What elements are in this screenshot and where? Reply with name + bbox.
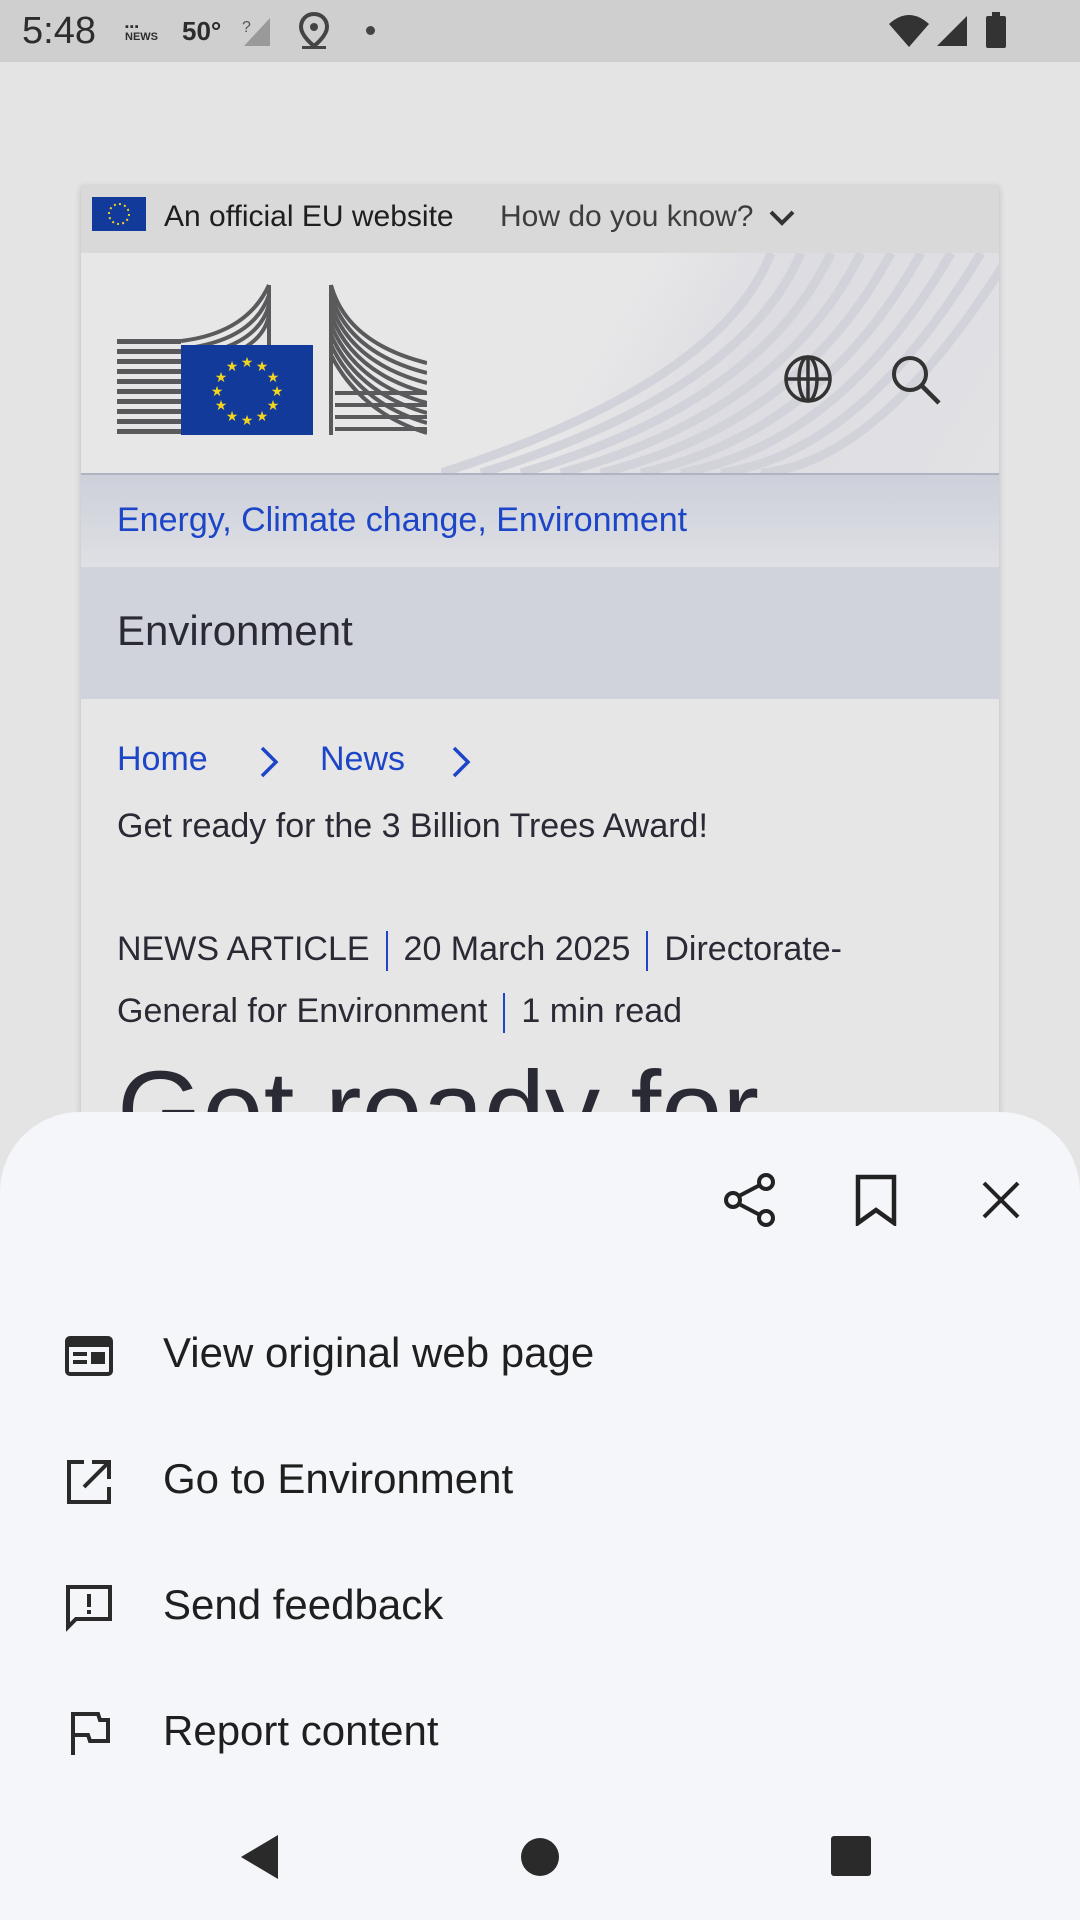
menu-item-report-content[interactable]: Report content [0,1677,1080,1787]
article-meta: NEWS ARTICLE 20 March 2025 Directorate- Ge… [117,918,937,1042]
menu-item-view-original[interactable]: View original web page [0,1299,1080,1409]
chevron-right-icon [452,746,471,778]
home-icon[interactable] [520,1837,560,1877]
news-icon: ▪▪▪ NEWS [125,21,158,43]
breadcrumb-news[interactable]: News [320,740,405,779]
signal-icon: ? [242,18,270,46]
how-do-you-know-link[interactable]: How do you know? [500,200,796,234]
section-title: Environment [117,607,353,654]
dot-icon [366,26,375,35]
bookmark-icon[interactable] [854,1174,898,1226]
article-author-line1: Directorate- [664,930,842,968]
bottom-sheet: View original web page Go to Environment… [0,1112,1080,1920]
eu-flag-icon [92,197,146,231]
eu-official-text: An official EU website [164,200,454,233]
article-type: NEWS ARTICLE [117,930,370,968]
topic-link[interactable]: Energy, Climate change, Environment [117,501,687,540]
topic-bar: Energy, Climate change, Environment [81,475,999,567]
back-icon[interactable] [238,1832,282,1882]
svg-text:?: ? [242,19,251,36]
svg-text:★: ★ [215,398,228,414]
menu-item-label: Send feedback [163,1581,444,1628]
flag-icon [71,1712,110,1755]
location-icon [298,12,330,49]
status-bar: 5:48 ▪▪▪ NEWS 50° ? [0,0,1080,62]
close-icon[interactable] [981,1180,1021,1220]
feedback-icon [66,1585,112,1632]
svg-text:★: ★ [211,384,224,400]
share-icon[interactable] [722,1172,778,1228]
web-page-icon [65,1336,113,1376]
read-time: 1 min read [521,992,683,1030]
cell-signal-icon [937,16,967,46]
meta-separator [385,931,388,972]
site-header: ★ ★ ★ ★ ★ ★ ★ ★ ★ ★ ★ ★ [81,253,999,475]
status-time: 5:48 [22,10,96,52]
svg-text:★: ★ [241,355,254,371]
menu-item-go-to-environment[interactable]: Go to Environment [0,1425,1080,1535]
menu-item-send-feedback[interactable]: Send feedback [0,1551,1080,1661]
article-date: 20 March 2025 [403,930,631,968]
svg-text:★: ★ [241,413,254,429]
menu-item-label: Go to Environment [163,1455,514,1502]
menu-item-label: View original web page [163,1329,595,1376]
svg-text:★: ★ [226,359,239,375]
recents-icon[interactable] [830,1835,872,1877]
battery-icon [986,12,1006,48]
section-bar: Environment [81,567,999,699]
svg-text:★: ★ [256,409,269,425]
article-author-line2: General for Environment [117,992,488,1030]
language-globe-icon[interactable] [783,354,833,404]
meta-separator [646,931,649,972]
breadcrumb-home[interactable]: Home [117,740,208,779]
european-commission-logo[interactable]: ★ ★★★ ★★★★ ★★★★ [117,283,427,443]
search-icon[interactable] [889,353,943,407]
chevron-right-icon [260,746,279,778]
svg-text:★: ★ [226,409,239,425]
eu-official-banner: An official EU website How do you know? [81,185,999,253]
weather-icon: 50° [182,16,222,46]
article-heading: Get ready for [117,1049,759,1115]
open-external-icon [67,1460,111,1504]
svg-text:★: ★ [267,398,280,414]
system-nav-bar [0,1800,1080,1920]
chevron-down-icon [769,210,795,226]
webpage-card: An official EU website How do you know? [81,185,999,1115]
meta-separator [503,993,506,1034]
wifi-icon [889,15,929,47]
breadcrumb-current-page: Get ready for the 3 Billion Trees Award! [117,807,708,845]
menu-item-label: Report content [163,1707,439,1754]
